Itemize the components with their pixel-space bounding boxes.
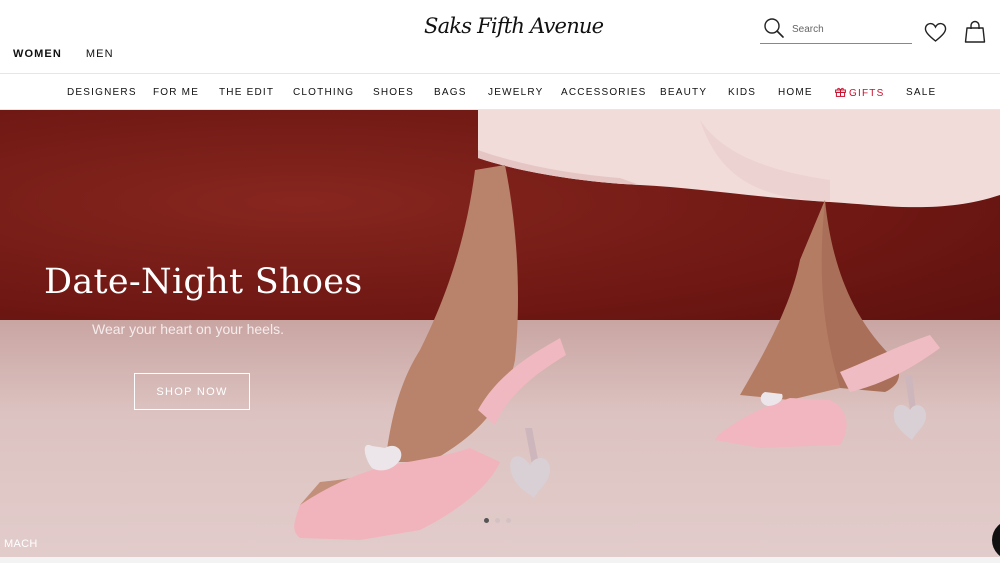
brand-credit: MACH <box>4 538 38 550</box>
nav-kids[interactable]: KIDS <box>728 87 756 98</box>
nav-gifts[interactable]: GIFTS <box>835 87 884 99</box>
gift-icon <box>835 87 846 97</box>
hero-title: Date-Night Shoes <box>44 262 363 302</box>
nav-designers[interactable]: DESIGNERS <box>67 87 137 98</box>
gender-tabs: WOMEN MEN <box>13 48 138 60</box>
nav-sale[interactable]: SALE <box>906 87 936 98</box>
nav-jewelry[interactable]: JEWELRY <box>488 87 543 98</box>
hero-banner[interactable]: Date-Night Shoes Wear your heart on your… <box>0 110 1000 557</box>
search-bar[interactable] <box>760 17 912 44</box>
site-header: WOMEN MEN Saks Fifth Avenue <box>0 0 1000 74</box>
search-input[interactable] <box>792 21 907 37</box>
nav-accessories[interactable]: ACCESSORIES <box>561 87 646 98</box>
saks-logo[interactable]: Saks Fifth Avenue <box>424 14 604 48</box>
category-nav: DESIGNERS FOR ME THE EDIT CLOTHING SHOES… <box>0 74 1000 110</box>
carousel-dot-2[interactable] <box>495 518 500 523</box>
carousel-dot-1[interactable] <box>484 518 489 523</box>
nav-bags[interactable]: BAGS <box>434 87 467 98</box>
shop-now-button[interactable]: SHOP NOW <box>134 373 250 410</box>
tab-men[interactable]: MEN <box>86 48 114 60</box>
nav-shoes[interactable]: SHOES <box>373 87 414 98</box>
wishlist-heart-icon[interactable] <box>924 22 947 48</box>
nav-for-me[interactable]: FOR ME <box>153 87 199 98</box>
nav-home[interactable]: HOME <box>778 87 813 98</box>
search-icon[interactable] <box>763 17 785 39</box>
page-bottom-divider <box>0 557 1000 563</box>
tab-women[interactable]: WOMEN <box>13 48 62 60</box>
nav-the-edit[interactable]: THE EDIT <box>219 87 274 98</box>
carousel-dot-3[interactable] <box>506 518 511 523</box>
nav-gifts-label: GIFTS <box>849 88 885 99</box>
nav-clothing[interactable]: CLOTHING <box>293 87 354 98</box>
shopping-bag-icon[interactable] <box>964 20 986 49</box>
carousel-dots <box>484 518 511 523</box>
hero-subtitle: Wear your heart on your heels. <box>92 321 284 337</box>
nav-beauty[interactable]: BEAUTY <box>660 87 707 98</box>
